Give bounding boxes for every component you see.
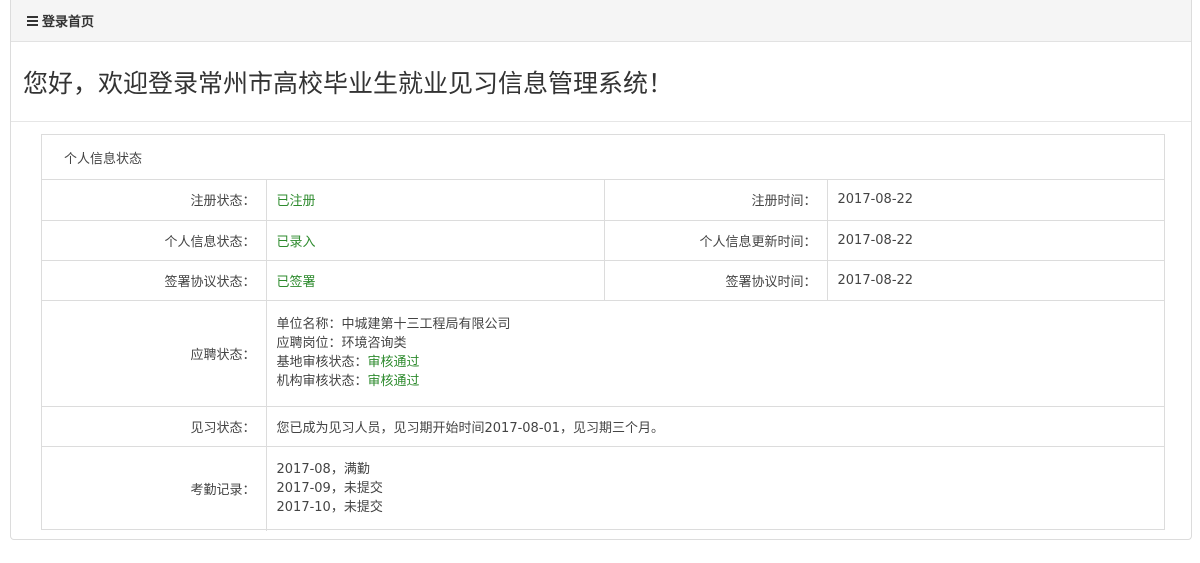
- attendance-record: 2017-10，未提交: [276, 500, 383, 515]
- welcome-heading: 您好，欢迎登录常州市高校毕业生就业见习信息管理系统！: [11, 42, 1191, 122]
- breadcrumb: 登录首页: [11, 0, 1191, 42]
- agreement-status-value: 已签署: [266, 259, 605, 300]
- breadcrumb-label[interactable]: 登录首页: [42, 11, 94, 30]
- info-status-label: 个人信息状态：: [42, 219, 267, 260]
- personal-info-panel: 个人信息状态 注册状态： 已注册 注册时间： 2017-08-22 个人信息状态…: [41, 134, 1165, 531]
- registration-time-label: 注册时间：: [604, 180, 828, 220]
- company-prefix: 单位名称：: [276, 317, 342, 332]
- position-name: 环境咨询类: [341, 336, 407, 351]
- base-review-status: 审核通过: [367, 355, 420, 370]
- info-status-value: 已录入: [266, 219, 605, 260]
- attendance-label: 考勤记录：: [42, 445, 267, 531]
- menu-icon: [27, 15, 38, 26]
- info-update-time-label: 个人信息更新时间：: [604, 219, 828, 260]
- org-review-status: 审核通过: [367, 374, 420, 389]
- registration-status-label: 注册状态：: [42, 180, 267, 220]
- registration-status-value: 已注册: [266, 180, 605, 220]
- table-row: 签署协议状态： 已签署 签署协议时间： 2017-08-22: [42, 259, 1164, 300]
- internship-status-value: 您已成为见习人员，见习期开始时间2017-08-01，见习期三个月。: [266, 405, 1164, 446]
- table-row: 个人信息状态： 已录入 个人信息更新时间： 2017-08-22: [42, 219, 1164, 260]
- attendance-record: 2017-08，满勤: [276, 462, 370, 477]
- company-name: 中城建第十三工程局有限公司: [341, 317, 511, 332]
- application-status-details: 单位名称：中城建第十三工程局有限公司 应聘岗位：环境咨询类 基地审核状态：审核通…: [266, 299, 1164, 406]
- agreement-time-value: 2017-08-22: [827, 259, 1164, 300]
- table-row: 考勤记录： 2017-08，满勤 2017-09，未提交 2017-10，未提交: [42, 445, 1164, 531]
- table-row: 注册状态： 已注册 注册时间： 2017-08-22: [42, 180, 1164, 220]
- base-review-prefix: 基地审核状态：: [276, 355, 368, 370]
- org-review-prefix: 机构审核状态：: [276, 374, 368, 389]
- attendance-records: 2017-08，满勤 2017-09，未提交 2017-10，未提交: [266, 445, 1164, 531]
- attendance-record: 2017-09，未提交: [276, 481, 383, 496]
- application-status-label: 应聘状态：: [42, 299, 267, 406]
- agreement-time-label: 签署协议时间：: [604, 259, 828, 300]
- table-row: 应聘状态： 单位名称：中城建第十三工程局有限公司 应聘岗位：环境咨询类 基地审核…: [42, 299, 1164, 406]
- agreement-status-label: 签署协议状态：: [42, 259, 267, 300]
- table-row: 见习状态： 您已成为见习人员，见习期开始时间2017-08-01，见习期三个月。: [42, 405, 1164, 446]
- info-update-time-value: 2017-08-22: [827, 219, 1164, 260]
- info-table: 注册状态： 已注册 注册时间： 2017-08-22 个人信息状态： 已录入 个…: [42, 180, 1164, 531]
- position-prefix: 应聘岗位：: [276, 336, 342, 351]
- main-container: 登录首页 您好，欢迎登录常州市高校毕业生就业见习信息管理系统！ 个人信息状态 注…: [10, 0, 1192, 540]
- panel-title: 个人信息状态: [42, 135, 1164, 180]
- internship-status-label: 见习状态：: [42, 405, 267, 446]
- registration-time-value: 2017-08-22: [837, 192, 914, 208]
